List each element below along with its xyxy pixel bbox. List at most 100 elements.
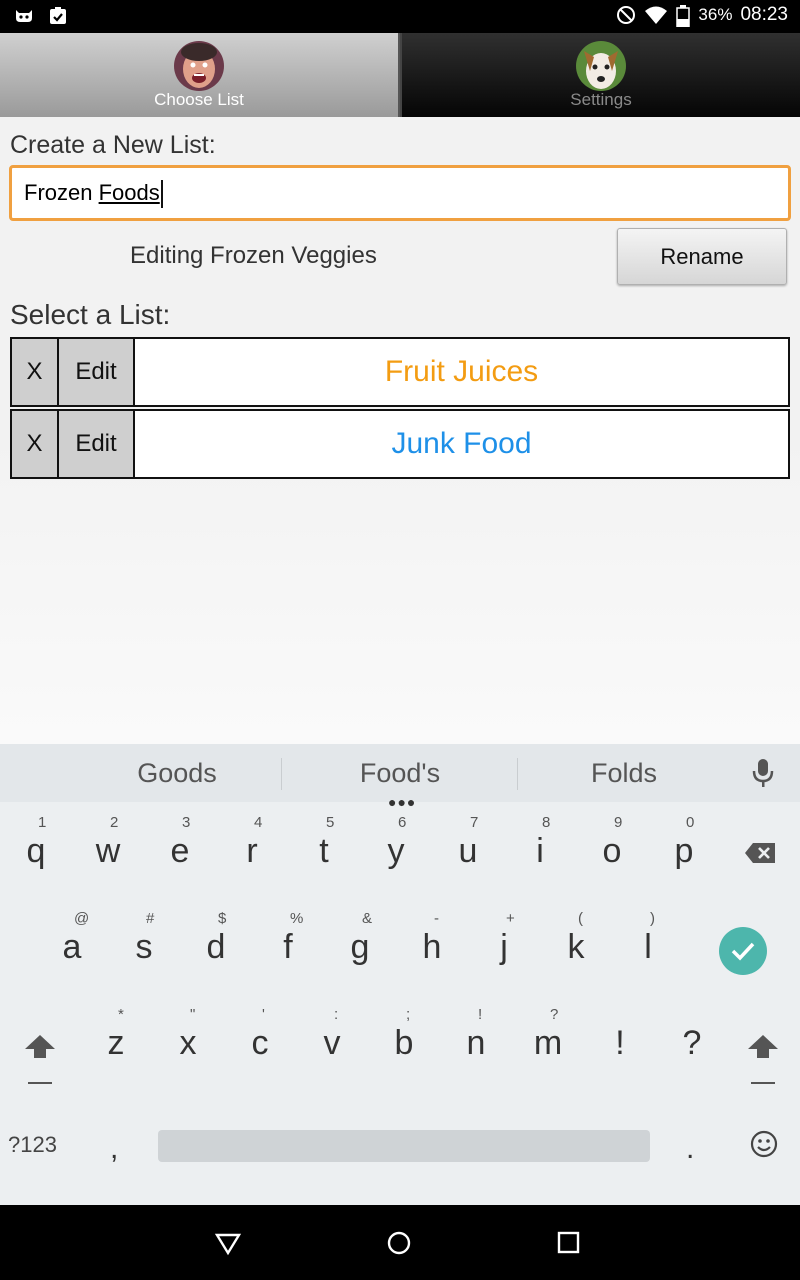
comma-key[interactable]: , (110, 1132, 118, 1166)
spacebar[interactable] (158, 1130, 650, 1162)
recents-icon[interactable] (555, 1229, 583, 1257)
new-list-input[interactable]: Frozen Foods (9, 165, 791, 221)
suggestion-2[interactable]: Food's (300, 758, 500, 789)
home-icon[interactable] (385, 1229, 413, 1257)
list-name-button[interactable]: Junk Food (135, 411, 788, 477)
key[interactable]: " x (152, 994, 224, 1090)
shift-icon (24, 1034, 56, 1089)
key-hint: - (434, 910, 439, 927)
key-label: a (62, 928, 82, 966)
key-label: f (283, 928, 293, 966)
emoji-key[interactable] (750, 1130, 778, 1163)
key[interactable]: 7u (432, 802, 504, 898)
key-label: m (533, 1024, 563, 1062)
key[interactable]: 9o (576, 802, 648, 898)
main-content: Create a New List: Frozen Foods Editing … (0, 117, 800, 744)
shift-key-right[interactable] (728, 994, 800, 1090)
shift-key-left[interactable] (8, 994, 72, 1090)
edit-list-button[interactable]: Edit (59, 339, 135, 405)
key[interactable]: 5t (288, 802, 360, 898)
key-hint: 0 (686, 814, 695, 831)
rename-button[interactable]: Rename (617, 228, 787, 285)
battery-icon (676, 5, 691, 28)
key-hint: 7 (470, 814, 479, 831)
list-item: X Edit Fruit Juices (10, 337, 790, 407)
key-label: o (602, 832, 622, 870)
key[interactable]: + j (468, 898, 540, 994)
delete-list-button[interactable]: X (12, 339, 59, 405)
key[interactable]: # s (108, 898, 180, 994)
key[interactable]: 8i (504, 802, 576, 898)
key-hint: # (146, 910, 155, 927)
tab-settings[interactable]: Settings (400, 33, 800, 117)
key[interactable]: 1q (0, 802, 72, 898)
key-hint: 5 (326, 814, 335, 831)
key-hint: ( (578, 910, 583, 927)
key-label: n (466, 1024, 486, 1062)
navigation-bar (0, 1205, 800, 1280)
avatar (576, 41, 626, 91)
key[interactable]: 0p (648, 802, 720, 898)
symbols-key[interactable]: ?123 (8, 1132, 57, 1158)
suggestion-3[interactable]: Folds (524, 758, 724, 789)
key[interactable]: (k (540, 898, 612, 994)
key-hint: ) (650, 910, 655, 927)
key-label: t (319, 832, 329, 870)
key[interactable]: 6y (360, 802, 432, 898)
microphone-icon[interactable] (752, 758, 774, 793)
key[interactable]: $ d (180, 898, 252, 994)
key[interactable]: % f (252, 898, 324, 994)
text-caret (160, 180, 163, 209)
key[interactable]: 4r (216, 802, 288, 898)
backspace-key[interactable] (728, 802, 800, 898)
list-item: X Edit Junk Food (10, 409, 790, 479)
key[interactable]: :v (296, 994, 368, 1090)
key[interactable]: ' c (224, 994, 296, 1090)
key[interactable]: @ a (36, 898, 108, 994)
tab-bar: Choose List Settings (0, 33, 800, 117)
back-icon[interactable] (214, 1229, 242, 1257)
key-hint: " (190, 1006, 196, 1023)
key-hint: 8 (542, 814, 551, 831)
done-checkmark-icon (719, 927, 767, 975)
key-hint: & (362, 910, 373, 927)
key-hint: 6 (398, 814, 407, 831)
key-label: k (567, 928, 585, 966)
key-hint: ? (550, 1006, 559, 1023)
key[interactable]: 2w (72, 802, 144, 898)
delete-list-button[interactable]: X (12, 411, 59, 477)
key[interactable]: * z (80, 994, 152, 1090)
key-hint: % (290, 910, 304, 927)
key-label: b (394, 1024, 414, 1062)
editing-status: Editing Frozen Veggies (130, 242, 377, 269)
key-label: s (135, 928, 153, 966)
input-text-prefix: Frozen (24, 180, 99, 205)
key[interactable]: ? m (512, 994, 584, 1090)
key-label: h (422, 928, 442, 966)
key[interactable]: ? (656, 994, 728, 1090)
edit-list-button[interactable]: Edit (59, 411, 135, 477)
key[interactable]: ! n (440, 994, 512, 1090)
key-hint: 2 (110, 814, 119, 831)
tab-choose-list[interactable]: Choose List (0, 33, 400, 117)
key[interactable]: ; b (368, 994, 440, 1090)
key-label: u (458, 832, 478, 870)
suggestion-1[interactable]: Goods (77, 758, 277, 789)
suggestion-divider (281, 758, 282, 790)
key-hint: : (334, 1006, 339, 1023)
key-label: p (674, 832, 694, 870)
key-label: c (251, 1024, 269, 1062)
list-name-button[interactable]: Fruit Juices (135, 339, 788, 405)
key-hint: 4 (254, 814, 263, 831)
shift-icon (747, 1034, 779, 1089)
period-key[interactable]: . (686, 1132, 694, 1166)
key[interactable]: 3e (144, 802, 216, 898)
key-hint: 3 (182, 814, 191, 831)
key[interactable]: -h (396, 898, 468, 994)
key[interactable]: ! (584, 994, 656, 1090)
key-label: z (107, 1024, 125, 1062)
done-key[interactable] (705, 898, 800, 994)
clipboard-check-icon (48, 6, 68, 26)
key[interactable]: ) l (612, 898, 684, 994)
key[interactable]: & g (324, 898, 396, 994)
